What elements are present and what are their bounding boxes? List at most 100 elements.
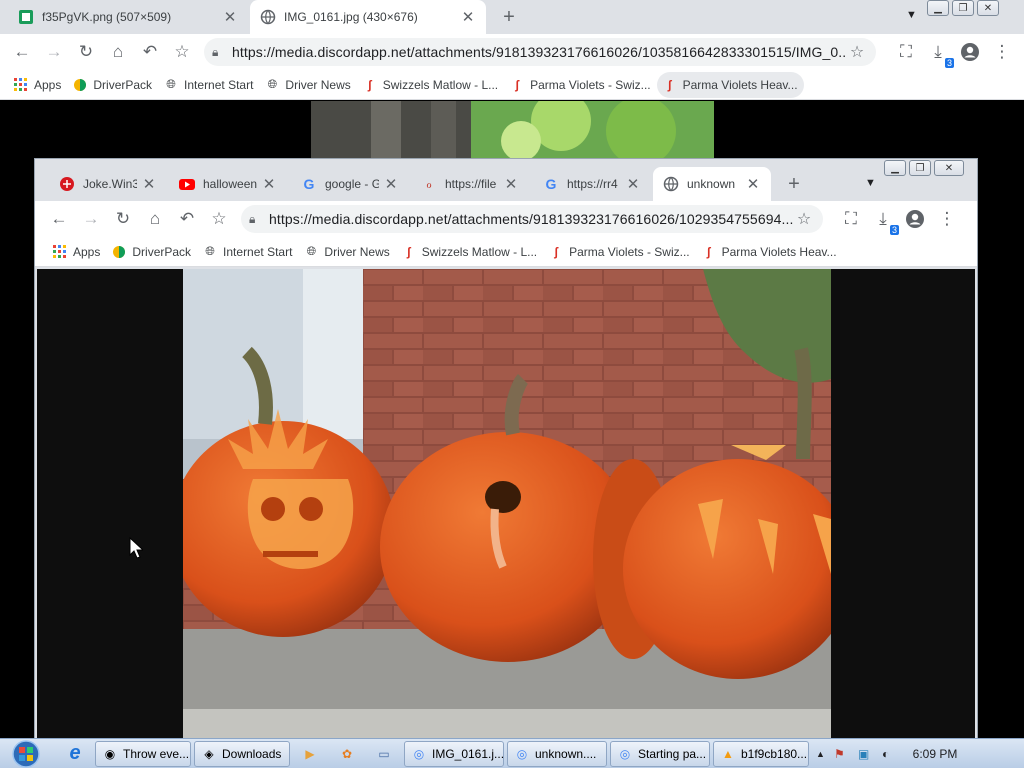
flag-icon[interactable]: ⚑ — [834, 747, 858, 761]
start-button[interactable] — [0, 739, 52, 768]
reload-icon[interactable]: ↻ — [107, 203, 139, 235]
taskbar-item-downloads[interactable]: ◈ Downloads — [194, 740, 290, 767]
bookmark-apps[interactable]: Apps — [8, 72, 67, 98]
downloads-icon[interactable]: ⤓ 3 — [922, 36, 954, 68]
bookmark-star-icon[interactable]: ☆ — [166, 36, 198, 68]
internet-explorer-icon[interactable]: e — [58, 741, 92, 767]
crop-icon[interactable]: ⛶ — [835, 203, 867, 235]
maximize-button[interactable]: ❐ — [952, 0, 974, 16]
taskbar-item-img[interactable]: ◎ IMG_0161.j... — [404, 740, 504, 767]
crop-icon[interactable]: ⛶ — [890, 36, 922, 68]
inner-tab-5[interactable]: G https://rr4 ✕ — [533, 167, 651, 201]
address-bar[interactable]: 🔒︎ https://media.discordapp.net/attachme… — [241, 205, 823, 233]
maximize-button[interactable]: ❐ — [909, 160, 931, 176]
bookmark-parma-violets-heav[interactable]: ʃ Parma Violets Heav... — [656, 71, 804, 98]
close-tab-icon[interactable]: ✕ — [460, 9, 476, 26]
bookmark-internet-start[interactable]: 🌐︎ Internet Start — [197, 239, 298, 265]
forward-icon[interactable]: → — [38, 36, 70, 68]
reload-icon[interactable]: ↻ — [70, 36, 102, 68]
bookmark-label: Apps — [73, 244, 101, 259]
window-icon[interactable]: ▭ — [367, 741, 401, 767]
bookmark-page-star-icon[interactable]: ☆ — [846, 42, 868, 62]
taskbar-item-vlc[interactable]: ▲ b1f9cb180... — [713, 740, 809, 767]
bookmark-swizzels[interactable]: ʃ Swizzels Matlow - L... — [357, 72, 504, 98]
image-viewport — [37, 269, 975, 739]
close-tab-icon[interactable]: ✕ — [222, 9, 238, 26]
swizzels-icon: ʃ — [406, 244, 411, 259]
bookmark-parma-violets[interactable]: ʃ Parma Violets - Swiz... — [543, 239, 695, 265]
inner-browser-window: Joke.Win3 ✕ halloween ✕ G google - G ✕ ℴ… — [34, 158, 978, 740]
undo-icon[interactable]: ↶ — [171, 203, 203, 235]
chrome-icon: ◎ — [516, 746, 528, 761]
taskbar-label: IMG_0161.j... — [432, 746, 504, 761]
show-hidden-icons-chevron-icon[interactable]: ▲ — [816, 749, 834, 759]
bookmark-driverpack[interactable]: DriverPack — [67, 72, 158, 98]
home-icon[interactable]: ⌂ — [139, 203, 171, 235]
bookmark-driver-news[interactable]: 🌐︎ Driver News — [298, 239, 395, 265]
pumpkins-photo — [183, 269, 831, 739]
back-icon[interactable]: ← — [43, 203, 75, 235]
home-icon[interactable]: ⌂ — [102, 36, 134, 68]
profile-avatar-icon[interactable] — [899, 203, 931, 235]
new-tab-button[interactable]: + — [498, 6, 520, 28]
chrome-icon: ◎ — [619, 746, 631, 761]
profile-avatar-icon[interactable] — [954, 36, 986, 68]
close-tab-icon[interactable]: ✕ — [141, 176, 157, 193]
close-tab-icon[interactable]: ✕ — [383, 176, 399, 193]
new-tab-button[interactable]: + — [783, 173, 805, 195]
taskbar-item-throw[interactable]: ◉ Throw eve... — [95, 740, 191, 767]
taskbar-item-unknown[interactable]: ◎ unknown.... — [507, 740, 607, 767]
close-tab-icon[interactable]: ✕ — [625, 176, 641, 193]
menu-kebab-icon[interactable]: ⋮ — [931, 203, 963, 235]
bookmark-swizzels[interactable]: ʃ Swizzels Matlow - L... — [396, 239, 543, 265]
back-icon[interactable]: ← — [6, 36, 38, 68]
download-count-badge: 3 — [944, 58, 954, 68]
close-window-button[interactable]: ✕ — [977, 0, 999, 16]
apps-grid-icon — [53, 244, 67, 259]
bookmark-apps[interactable]: Apps — [47, 239, 106, 265]
trend-micro-icon — [59, 176, 75, 192]
bookmark-star-icon[interactable]: ☆ — [203, 203, 235, 235]
inner-tab-2[interactable]: halloween ✕ — [169, 167, 287, 201]
bookmark-parma-violets[interactable]: ʃ Parma Violets - Swiz... — [504, 72, 656, 98]
clock[interactable]: 6:09 PM — [906, 747, 964, 761]
inner-tab-6[interactable]: unknown ✕ — [653, 167, 771, 201]
inner-toolbar: ← → ↻ ⌂ ↶ ☆ 🔒︎ https://media.discordapp.… — [35, 201, 977, 237]
tab-search-dropdown-icon[interactable]: ▼ — [906, 9, 917, 21]
inner-tab-3[interactable]: G google - G ✕ — [291, 167, 409, 201]
tab-search-dropdown-icon[interactable]: ▼ — [865, 177, 876, 189]
forward-icon[interactable]: → — [75, 203, 107, 235]
close-tab-icon[interactable]: ✕ — [745, 176, 761, 193]
bookmark-internet-start[interactable]: 🌐︎ Internet Start — [158, 72, 259, 98]
inner-tab-1[interactable]: Joke.Win3 ✕ — [49, 167, 167, 201]
minimize-button[interactable]: ▁ — [884, 160, 906, 176]
taskbar-label: Starting pa... — [638, 746, 707, 761]
bookmark-driver-news[interactable]: 🌐︎ Driver News — [259, 72, 356, 98]
outer-tab-strip: f35PgVK.png (507×509) ✕ IMG_0161.jpg (43… — [0, 0, 1024, 34]
swizzels-icon: ʃ — [706, 244, 711, 259]
bookmark-driverpack[interactable]: DriverPack — [106, 239, 197, 265]
downloads-icon[interactable]: ⤓ 3 — [867, 203, 899, 235]
address-bar[interactable]: 🔒︎ https://media.discordapp.net/attachme… — [204, 38, 876, 66]
undo-icon[interactable]: ↶ — [134, 36, 166, 68]
minimize-button[interactable]: ▁ — [927, 0, 949, 16]
speaker-icon[interactable]: ◐ — [882, 747, 906, 761]
media-player-icon[interactable]: ▶ — [293, 741, 327, 767]
taskbar-item-starting[interactable]: ◎ Starting pa... — [610, 740, 710, 767]
close-window-button[interactable]: ✕ — [934, 160, 964, 176]
display-icon[interactable]: ▣ — [858, 747, 882, 761]
taskbar-label: Downloads — [222, 746, 282, 761]
inner-tab-4[interactable]: ℴ https://file ✕ — [411, 167, 529, 201]
outer-tab-2[interactable]: IMG_0161.jpg (430×676) ✕ — [250, 0, 486, 34]
bookmark-parma-violets-heav[interactable]: ʃ Parma Violets Heav... — [696, 239, 843, 265]
close-tab-icon[interactable]: ✕ — [261, 176, 277, 193]
outer-tab-1[interactable]: f35PgVK.png (507×509) ✕ — [8, 0, 248, 34]
url-text: https://media.discordapp.net/attachments… — [232, 44, 846, 60]
bookmark-page-star-icon[interactable]: ☆ — [793, 209, 815, 229]
paint-icon[interactable]: ✿ — [330, 741, 364, 767]
bookmark-label: Internet Start — [223, 244, 293, 259]
system-tray: ▲ ⚑ ▣ ◐ 6:09 PM — [816, 747, 964, 761]
close-tab-icon[interactable]: ✕ — [503, 176, 519, 193]
menu-kebab-icon[interactable]: ⋮ — [986, 36, 1018, 68]
driverpack-icon — [73, 78, 87, 92]
